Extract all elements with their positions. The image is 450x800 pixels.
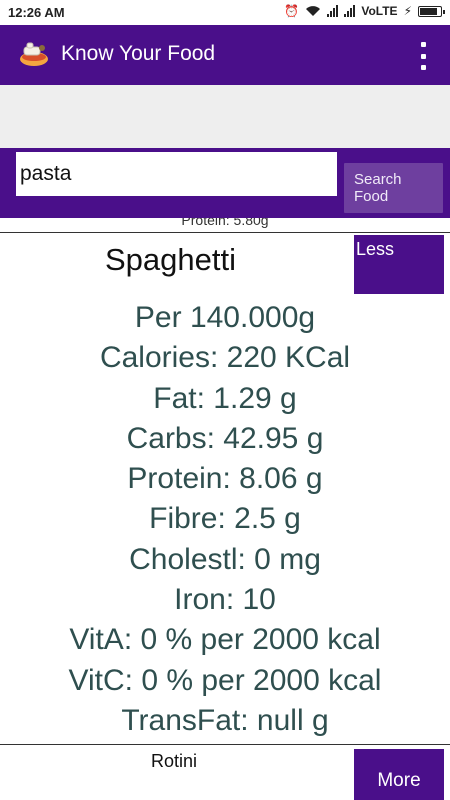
previous-item-partial-text: Protein: 5.80g (181, 218, 269, 228)
less-button[interactable]: Less (354, 235, 444, 294)
app-bar: Know Your Food (0, 25, 450, 85)
more-button[interactable]: More (354, 749, 444, 800)
status-time: 12:26 AM (8, 5, 65, 20)
search-bar: Search Food (0, 148, 450, 218)
detail-fibre: Fibre: 2.5 g (149, 502, 301, 536)
app-title: Know Your Food (61, 42, 216, 65)
screen: 12:26 AM ⏰ VoLTE ⚡ Know Your Food pasta … (0, 0, 450, 800)
detail-protein: Protein: 8.06 g (127, 462, 323, 496)
wifi-icon (306, 6, 321, 16)
food-logo-icon (20, 42, 48, 66)
status-bar: 12:26 AM ⏰ VoLTE ⚡ (0, 0, 450, 25)
detail-calories: Calories: 220 KCal (99, 341, 351, 375)
divider (0, 232, 450, 233)
detail-fat: Fat: 1.29 g (153, 381, 297, 415)
detail-vita: VitA: 0 % per 2000 kcal (69, 623, 381, 657)
network-type: VoLTE (361, 4, 398, 18)
detail-serving: Per 140.000g (134, 301, 316, 334)
detail-vitc: VitC: 0 % per 2000 kcal (68, 663, 382, 697)
overflow-menu-icon[interactable] (418, 42, 428, 70)
results-list[interactable]: Protein: 5.80g Spaghetti Less Per 140.00… (0, 218, 450, 800)
detail-iron: Iron: 10 (174, 583, 276, 617)
menu-dot (420, 65, 426, 70)
signal-icon (327, 5, 339, 17)
signal-icon (344, 5, 356, 17)
alarm-icon: ⏰ (284, 4, 300, 18)
search-food-button[interactable]: Search Food (344, 163, 443, 213)
charging-icon: ⚡ (403, 4, 412, 18)
grey-band (0, 85, 450, 148)
item-name: Rotini (151, 751, 198, 771)
nutrition-details: Per 140.000g Calories: 220 KCal Fat: 1.2… (0, 298, 450, 741)
detail-cholesterol: Cholestl: 0 mg (129, 542, 321, 576)
detail-transfat: TransFat: null g (121, 703, 329, 737)
item-name: Spaghetti (105, 242, 236, 277)
detail-carbs: Carbs: 42.95 g (126, 421, 324, 455)
battery-icon (418, 5, 445, 17)
menu-dot (420, 42, 426, 47)
status-icons: ⏰ VoLTE ⚡ (284, 4, 445, 18)
menu-dot (420, 53, 426, 59)
divider (0, 744, 450, 745)
search-input[interactable] (16, 152, 337, 196)
